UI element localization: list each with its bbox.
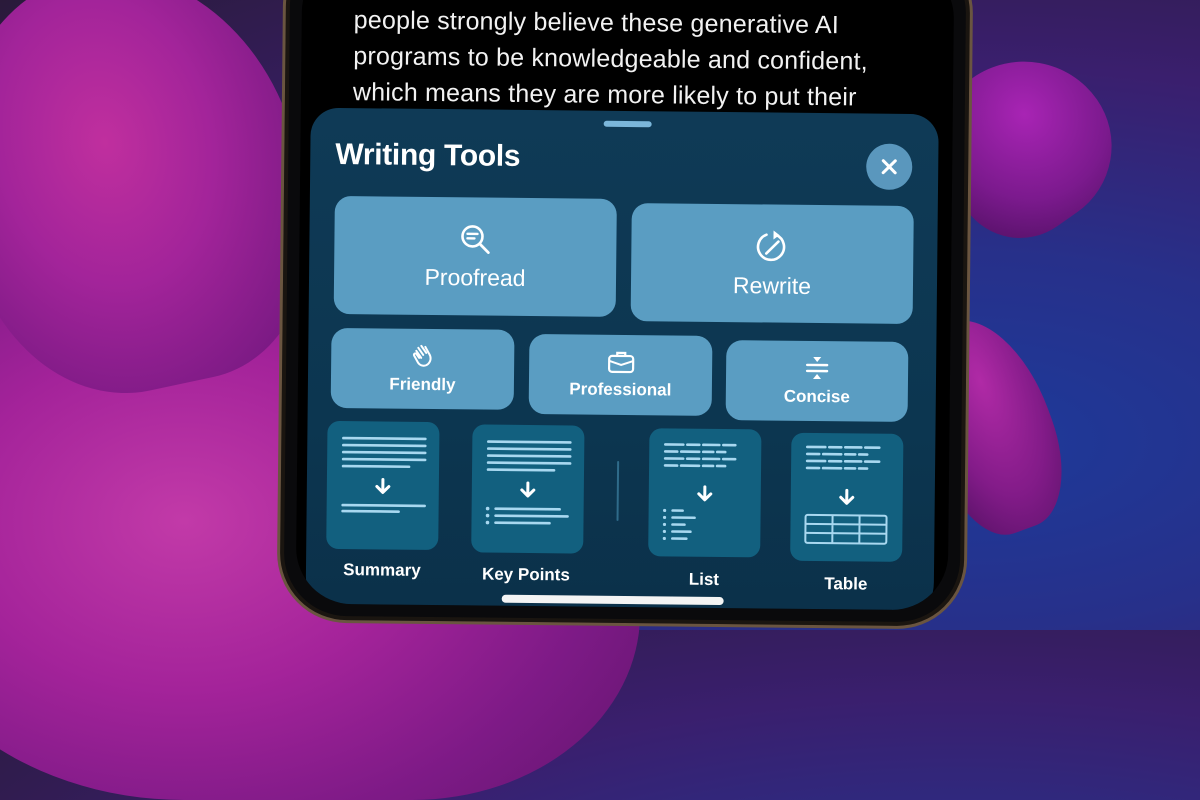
professional-button[interactable]: Professional xyxy=(528,334,713,416)
key-points-icon xyxy=(471,424,584,553)
summary-label: Summary xyxy=(343,560,421,580)
key-points-button[interactable] xyxy=(471,424,585,554)
summary-button[interactable] xyxy=(326,420,440,551)
proofread-label: Proofread xyxy=(424,263,526,291)
sheet-grabber[interactable] xyxy=(603,120,652,128)
list-label: List xyxy=(688,569,720,590)
writing-tools-sheet: Writing Tools Proofread Rewrite Friendly… xyxy=(305,107,939,611)
document-line: people strongly believe these generative… xyxy=(353,6,840,40)
close-button[interactable] xyxy=(865,143,913,191)
close-icon xyxy=(880,158,898,176)
phone-frame: people strongly believe these generative… xyxy=(276,0,974,630)
concise-label: Concise xyxy=(783,386,850,407)
list-button[interactable] xyxy=(648,428,762,558)
waving-hand-icon xyxy=(410,343,436,369)
table-button[interactable] xyxy=(790,432,904,562)
document-text: people strongly believe these generative… xyxy=(353,2,894,116)
concise-button[interactable]: Concise xyxy=(725,340,909,422)
rewrite-circle-pencil-icon xyxy=(754,228,790,264)
rewrite-label: Rewrite xyxy=(732,271,812,299)
list-icon xyxy=(648,428,761,557)
format-divider xyxy=(616,460,620,521)
rewrite-button[interactable]: Rewrite xyxy=(630,203,914,325)
friendly-label: Friendly xyxy=(389,374,456,395)
key-points-label: Key Points xyxy=(481,564,570,585)
professional-label: Professional xyxy=(569,379,672,400)
proofread-button[interactable]: Proofread xyxy=(333,195,617,317)
summary-icon xyxy=(326,421,439,550)
sheet-title: Writing Tools xyxy=(335,137,521,173)
phone-screen: people strongly believe these generative… xyxy=(295,0,955,611)
magnifier-text-icon xyxy=(458,222,492,256)
friendly-button[interactable]: Friendly xyxy=(330,327,515,410)
table-label: Table xyxy=(824,574,868,594)
document-line: programs to be knowledgeable and confide… xyxy=(353,42,868,76)
home-indicator[interactable] xyxy=(501,594,724,606)
briefcase-icon xyxy=(607,350,635,374)
table-icon xyxy=(790,433,903,562)
compress-icon xyxy=(804,355,830,381)
